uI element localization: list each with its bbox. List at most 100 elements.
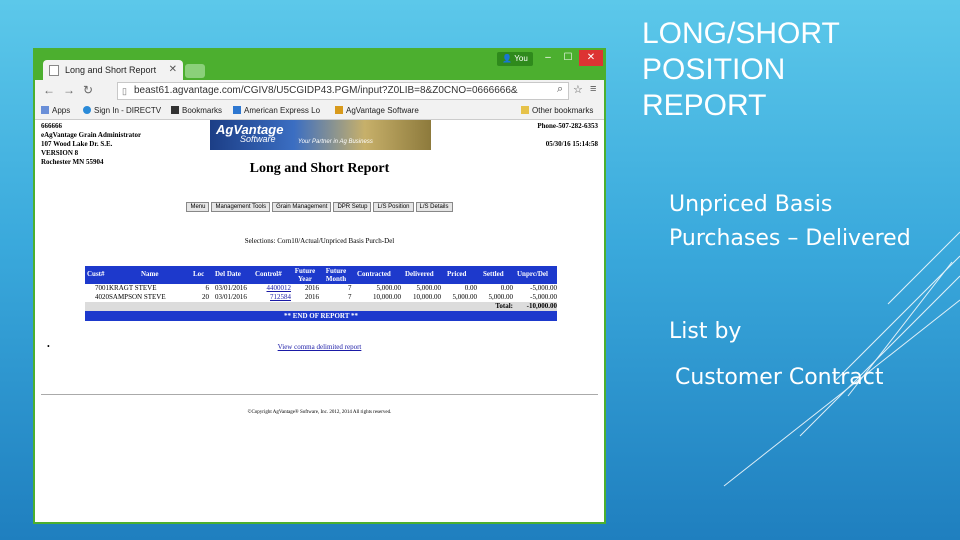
table-row: 7001KRAGT STEVE 6 03/01/2016 4400012 201… bbox=[85, 284, 557, 293]
cell-del-date: 03/01/2016 bbox=[215, 284, 247, 292]
cell-priced: 0.00 bbox=[464, 284, 477, 292]
company-phone: Phone-507-282-6353 bbox=[537, 122, 598, 130]
cell-contracted: 5,000.00 bbox=[376, 284, 402, 292]
management-tools-button[interactable]: Management Tools bbox=[211, 202, 271, 212]
agvantage-logo: AgVantage Software Your Partner in Ag Bu… bbox=[210, 120, 431, 150]
folder-icon bbox=[521, 106, 529, 114]
user-name: You bbox=[514, 54, 528, 63]
directv-icon bbox=[83, 106, 91, 114]
bullet-text-unpriced: Unpriced Basis bbox=[669, 192, 833, 217]
cell-del-date: 03/01/2016 bbox=[215, 293, 247, 301]
cell-future-month: 7 bbox=[348, 293, 352, 301]
divider bbox=[41, 394, 598, 395]
report-datetime: 05/30/16 15:14:58 bbox=[545, 140, 598, 148]
cell-unpriced: -5,000.00 bbox=[530, 284, 557, 292]
column-header: Contracted bbox=[357, 270, 391, 278]
copyright-text: ©Copyright AgVantage® Software, Inc. 201… bbox=[247, 410, 392, 415]
address-bar[interactable]: ▯ beast61.agvantage.com/CGIV8/U5CGIDP43.… bbox=[117, 82, 569, 100]
forward-arrow-icon[interactable]: → bbox=[63, 83, 75, 97]
cell-delivered: 5,000.00 bbox=[416, 284, 442, 292]
apps-icon bbox=[41, 106, 49, 114]
menu-icon[interactable]: ≡ bbox=[590, 83, 596, 95]
user-badge[interactable]: 👤 You bbox=[497, 52, 533, 66]
dpr-setup-button[interactable]: DPR Setup bbox=[333, 202, 372, 212]
reload-icon[interactable]: ↻ bbox=[83, 83, 93, 97]
cell-settled: 0.00 bbox=[500, 284, 513, 292]
tab-title: Long and Short Report bbox=[65, 65, 157, 75]
column-header: Control# bbox=[255, 270, 282, 278]
table-row: 4020SAMPSON STEVE 20 03/01/2016 712584 2… bbox=[85, 293, 557, 302]
menu-button[interactable]: Menu bbox=[186, 202, 210, 212]
person-icon: 👤 bbox=[502, 54, 513, 63]
close-tab-icon[interactable]: ✕ bbox=[169, 60, 177, 80]
slide-title: LONG/SHORT POSITION REPORT bbox=[642, 17, 840, 122]
back-arrow-icon[interactable]: ← bbox=[43, 83, 55, 97]
cell-delivered: 10,000.00 bbox=[413, 293, 441, 301]
selections-text: Selections: Corn10/Actual/Unpriced Basis… bbox=[244, 237, 395, 245]
bookmark-other[interactable]: Other bookmarks bbox=[521, 102, 593, 120]
minimize-button[interactable]: – bbox=[539, 50, 557, 66]
end-of-report: ** END OF REPORT ** bbox=[85, 311, 557, 321]
column-header: Future Month bbox=[325, 267, 347, 283]
ls-details-button[interactable]: L/S Details bbox=[415, 202, 453, 212]
grain-management-button[interactable]: Grain Management bbox=[272, 202, 332, 212]
report-menu: Menu Management Tools Grain Management D… bbox=[35, 202, 604, 212]
column-header: Loc bbox=[193, 270, 205, 278]
cell-loc: 20 bbox=[202, 293, 209, 301]
maximize-button[interactable]: ☐ bbox=[559, 50, 577, 66]
star-icon bbox=[171, 106, 179, 114]
report-title: Long and Short Report bbox=[249, 161, 390, 176]
new-tab-button[interactable] bbox=[185, 64, 205, 78]
total-value: -10,000.00 bbox=[526, 302, 557, 310]
csv-link-row: View comma delimited report bbox=[35, 343, 604, 351]
total-label: Total: bbox=[495, 302, 513, 310]
bookmark-agvantage[interactable]: AgVantage Software bbox=[335, 102, 419, 120]
bookmark-bookmarks[interactable]: Bookmarks bbox=[171, 102, 222, 120]
column-header: Cust# bbox=[87, 270, 105, 278]
search-icon[interactable]: ⌕ bbox=[557, 83, 563, 96]
cell-future-month: 7 bbox=[348, 284, 352, 292]
column-header: Settled bbox=[483, 270, 504, 278]
bookmarks-bar: Apps Sign In - DIRECTV Bookmarks America… bbox=[35, 102, 604, 120]
page-info-icon: ▯ bbox=[122, 86, 127, 96]
page-icon bbox=[49, 65, 59, 76]
logo-sub-text: Software bbox=[240, 134, 276, 144]
cell-control-link[interactable]: 4400012 bbox=[267, 284, 292, 293]
report-table: Cust# Name Loc Del Date Control# Future … bbox=[85, 266, 557, 321]
column-header: Unprc/Del bbox=[517, 270, 548, 278]
close-window-button[interactable]: ✕ bbox=[579, 50, 603, 66]
ls-position-button[interactable]: L/S Position bbox=[373, 202, 414, 212]
cell-contracted: 10,000.00 bbox=[373, 293, 401, 301]
cell-loc: 6 bbox=[205, 284, 210, 292]
column-header: Future Year bbox=[294, 267, 316, 283]
column-header: Delivered bbox=[405, 270, 434, 278]
report-page: 666666 eAgVantage Grain Administrator 10… bbox=[35, 120, 604, 522]
agvantage-icon bbox=[335, 106, 343, 114]
column-header: Name bbox=[141, 270, 159, 278]
browser-tab[interactable]: Long and Short Report ✕ bbox=[43, 60, 183, 80]
bookmark-star-icon[interactable]: ☆ bbox=[573, 83, 583, 96]
table-total-row: Total: -10,000.00 bbox=[85, 302, 557, 311]
csv-report-link[interactable]: View comma delimited report bbox=[278, 343, 362, 351]
cell-future-year: 2016 bbox=[305, 284, 319, 292]
bullet-text-list-by: List by bbox=[669, 319, 742, 344]
cell-control-link[interactable]: 712584 bbox=[270, 293, 291, 302]
cell-future-year: 2016 bbox=[305, 293, 319, 301]
navigation-bar: ← → ↻ ▯ beast61.agvantage.com/CGIV8/U5CG… bbox=[35, 80, 604, 102]
browser-window: Long and Short Report ✕ 👤 You – ☐ ✕ ← → … bbox=[33, 48, 606, 524]
bullet-text-customer: Customer Contract bbox=[675, 365, 884, 390]
cell-customer: 7001KRAGT STEVE bbox=[95, 284, 157, 292]
logo-tagline: Your Partner in Ag Business bbox=[298, 139, 373, 145]
bookmark-directv[interactable]: Sign In - DIRECTV bbox=[83, 102, 161, 120]
column-header: Priced bbox=[447, 270, 467, 278]
amex-icon bbox=[233, 106, 241, 114]
url-text: beast61.agvantage.com/CGIV8/U5CGIDP43.PG… bbox=[134, 85, 518, 96]
column-header: Del Date bbox=[215, 270, 241, 278]
cell-settled: 5,000.00 bbox=[488, 293, 514, 301]
browser-titlebar: Long and Short Report ✕ 👤 You – ☐ ✕ bbox=[35, 50, 604, 80]
bookmark-apps[interactable]: Apps bbox=[41, 102, 70, 120]
bookmark-amex[interactable]: American Express Lo bbox=[233, 102, 320, 120]
bullet-text-purchases: Purchases – Delivered bbox=[669, 226, 911, 251]
cell-priced: 5,000.00 bbox=[452, 293, 478, 301]
cell-unpriced: -5,000.00 bbox=[530, 293, 557, 301]
